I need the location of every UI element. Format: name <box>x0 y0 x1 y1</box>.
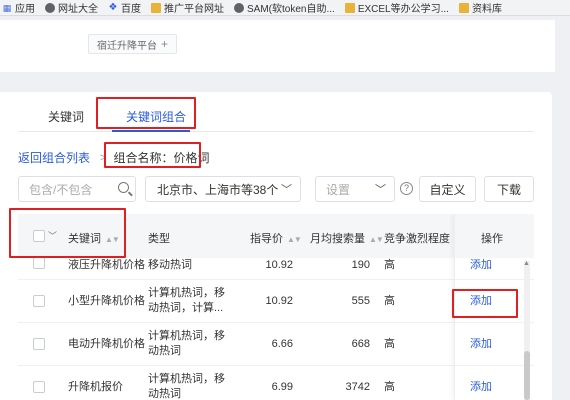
type-cell: 计算机热词，移动热词 <box>148 373 225 400</box>
row-checkbox[interactable] <box>33 295 45 307</box>
header-competition: 竞争激烈程度 <box>384 233 450 245</box>
chevron-down-icon: ﹀ <box>281 184 292 196</box>
sort-icon: ▲▼ <box>105 235 120 244</box>
competition-cell: 高 <box>384 295 395 307</box>
header-price[interactable]: 指导价 ▲▼ <box>250 230 302 246</box>
keyword-cell: 小型升降机价格 <box>68 295 145 307</box>
custom-button[interactable]: 自定义 <box>419 176 476 202</box>
keyword-cell: 电动升降机价格 <box>68 338 145 350</box>
competition-cell: 高 <box>384 338 395 350</box>
header-type: 类型 <box>148 233 170 245</box>
sort-icon: ▲▼ <box>287 235 302 244</box>
row-checkbox[interactable] <box>33 381 45 393</box>
tag-label: 宿迁升降平台 <box>97 40 157 52</box>
table-scrollbar[interactable] <box>524 261 530 400</box>
settings-select[interactable]: 设置 ﹀ <box>315 176 395 202</box>
type-cell: 计算机热词，移动热词 <box>148 330 225 357</box>
bookmark-wangzhi[interactable]: 网址大全 <box>45 0 98 15</box>
download-button[interactable]: 下载 <box>484 176 534 202</box>
bookmark-baidu[interactable]: ❖ 百度 <box>108 0 141 15</box>
bookmark-ziliaoku[interactable]: 资料库 <box>458 0 502 15</box>
fixed-operation-column <box>454 214 530 400</box>
group-name: 组合名称：价格词 <box>113 151 210 165</box>
competition-cell: 高 <box>384 381 395 393</box>
search-icon[interactable] <box>118 182 129 193</box>
keyword-cell: 升降机报价 <box>68 381 123 393</box>
volume-cell: 3742 <box>345 381 370 393</box>
apps-grid-icon: ▦ <box>2 2 12 13</box>
keyword-table: ﹀ 关键词 ▲▼ 类型 指导价 ▲▼ 月均搜索量 ▲▼ 竞争激烈程度 操作 液压升降机… <box>18 214 534 400</box>
bookmark-tuiguang[interactable]: 推广平台网址 <box>151 0 224 15</box>
price-cell: 6.66 <box>271 338 293 350</box>
bookmark-excel[interactable]: EXCEL等办公学习... <box>344 0 449 15</box>
bookmark-apps[interactable]: ▦ 应用 <box>2 0 35 16</box>
include-exclude-search-input[interactable]: 包含/不包含 <box>18 176 136 202</box>
volume-cell: 555 <box>351 295 370 307</box>
price-cell: 10.92 <box>265 295 293 307</box>
price-cell: 6.99 <box>271 381 293 393</box>
volume-cell: 668 <box>351 338 370 350</box>
scrollbar-thumb[interactable] <box>524 351 530 400</box>
globe-icon <box>45 2 55 13</box>
competition-cell: 高 <box>384 259 395 271</box>
chevron-down-icon[interactable]: ﹀ <box>48 229 57 242</box>
region-select[interactable]: 北京市、上海市等38个 ﹀ <box>145 176 301 202</box>
keyword-tag[interactable]: 宿迁升降平台 + <box>88 34 178 54</box>
baidu-paw-icon: ❖ <box>108 1 118 13</box>
sort-icon: ▲▼ <box>369 235 384 244</box>
breadcrumb-separator: > <box>100 151 107 164</box>
globe-icon <box>234 2 244 13</box>
folder-icon <box>151 2 161 13</box>
tab-bar: 关键词 关键词组合 <box>18 92 534 132</box>
chevron-down-icon: ﹀ <box>375 184 386 196</box>
tab-keywords[interactable]: 关键词 <box>48 108 84 125</box>
type-cell: 移动热词 <box>148 259 192 271</box>
breadcrumb: 返回组合列表 > 组合名称：价格词 <box>18 149 209 166</box>
volume-cell: 190 <box>351 259 370 271</box>
bookmarks-bar: ▦ 应用 网址大全 ❖ 百度 推广平台网址 SAM(软token自助... EX… <box>0 0 570 16</box>
active-tab-indicator <box>112 130 190 132</box>
type-cell: 计算机热词，移动热词，计算... <box>148 287 225 314</box>
folder-icon <box>344 2 355 13</box>
scroll-up-arrow-icon[interactable]: ▲ <box>523 260 530 267</box>
select-all-checkbox[interactable] <box>33 230 45 242</box>
header-keyword[interactable]: 关键词 ▲▼ <box>68 230 120 246</box>
help-icon[interactable]: ? <box>400 182 413 195</box>
row-checkbox[interactable] <box>33 338 45 350</box>
main-card: 关键词 关键词组合 返回组合列表 > 组合名称：价格词 包含/不包含 北京市、上… <box>0 92 552 400</box>
tab-keyword-groups[interactable]: 关键词组合 <box>126 108 186 125</box>
bookmark-sam[interactable]: SAM(软token自助... <box>234 0 335 15</box>
folder-icon <box>458 2 469 13</box>
plus-icon[interactable]: + <box>161 37 168 51</box>
back-to-group-list-link[interactable]: 返回组合列表 <box>18 149 90 166</box>
header-volume[interactable]: 月均搜索量 ▲▼ <box>310 230 384 246</box>
keyword-cell: 液压升降机价格 <box>68 259 145 271</box>
price-cell: 10.92 <box>265 259 293 271</box>
top-card: 宿迁升降平台 + <box>0 20 555 72</box>
row-checkbox[interactable] <box>33 257 45 269</box>
